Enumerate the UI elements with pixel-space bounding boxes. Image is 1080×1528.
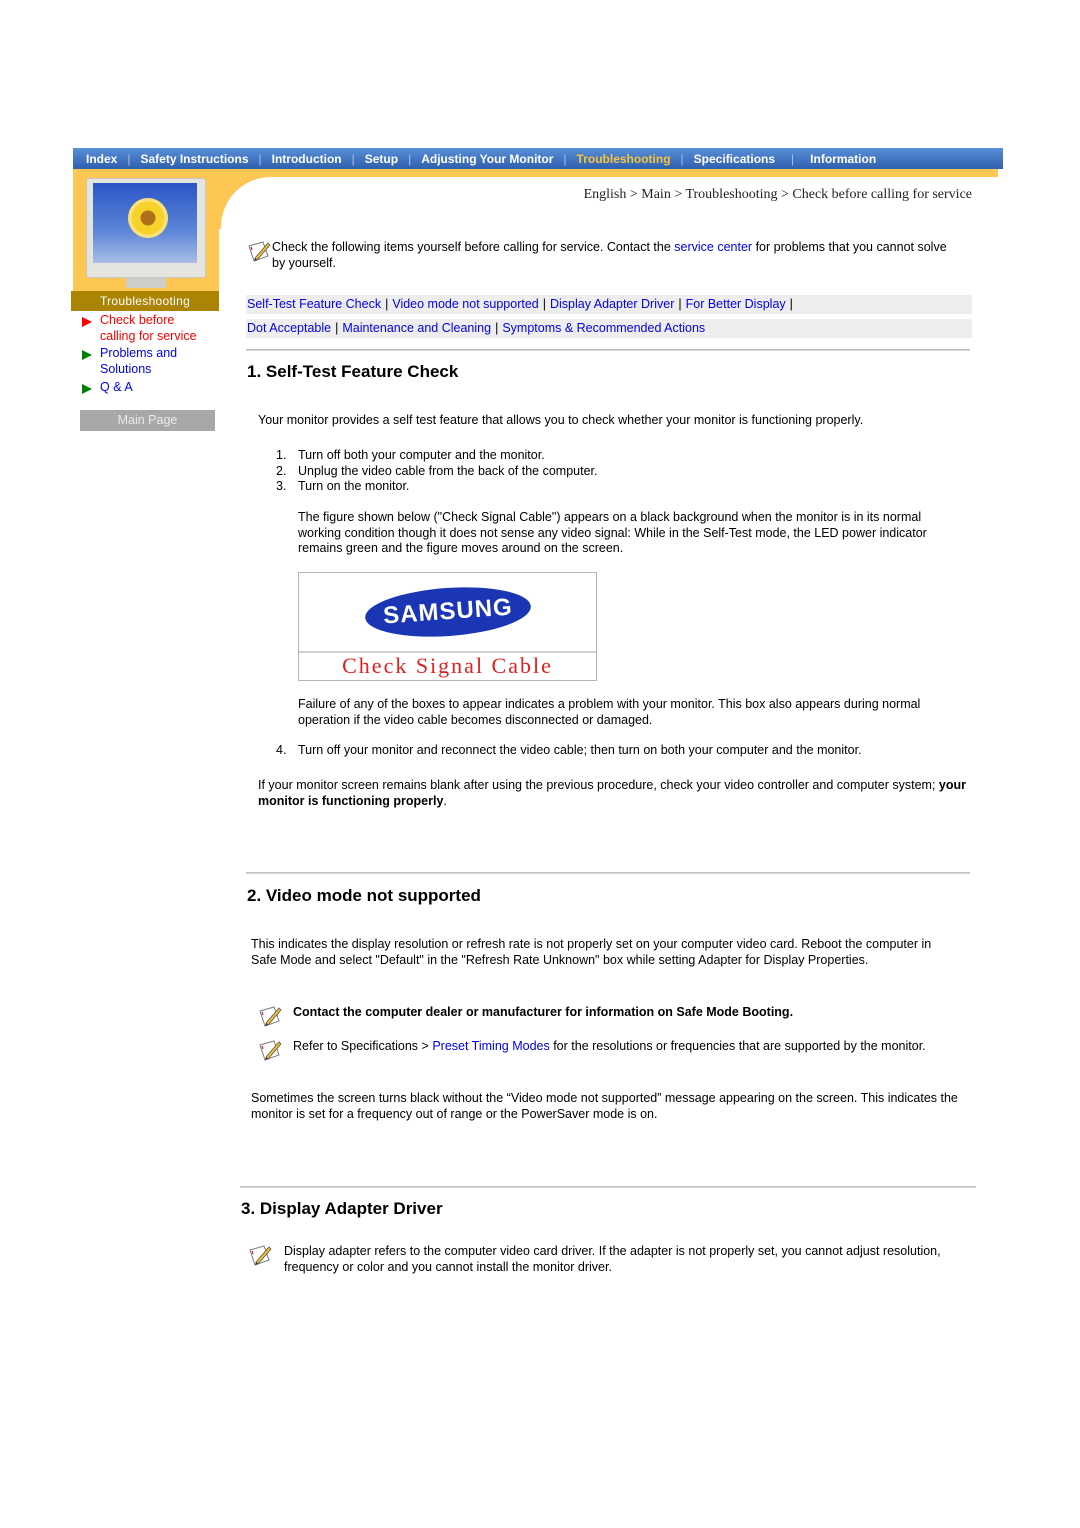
nav-introduction[interactable]: Introduction: [272, 152, 342, 166]
breadcrumb: English > Main > Troubleshooting > Check…: [583, 187, 972, 202]
samsung-logo: SAMSUNG: [363, 582, 533, 642]
arrow-right-icon: [82, 350, 92, 360]
arrow-right-icon: [82, 384, 92, 394]
sidebar-item-label[interactable]: Q & A: [100, 380, 133, 396]
band-curve: [219, 169, 279, 229]
arrow-right-icon: [82, 317, 92, 327]
nav-setup[interactable]: Setup: [365, 152, 398, 166]
sidebar-item-problems-and-solutions[interactable]: Problems and Solutions: [80, 346, 220, 377]
step-4: 4. Turn off your monitor and reconnect th…: [276, 743, 966, 759]
note-pencil-icon: [249, 1245, 272, 1266]
nav-separator: |: [127, 151, 131, 166]
intro-note: Check the following items yourself befor…: [246, 240, 971, 271]
safe-mode-note: Contact the computer dealer or manufactu…: [257, 1005, 967, 1029]
step-item: 4. Turn off your monitor and reconnect th…: [276, 743, 862, 757]
section-title-self-test: 1. Self-Test Feature Check: [247, 362, 459, 381]
note-pencil-icon: [259, 1040, 282, 1061]
divider: [246, 872, 970, 874]
nav-safety-instructions[interactable]: Safety Instructions: [140, 152, 248, 166]
section2-closing: Sometimes the screen turns black without…: [251, 1091, 958, 1121]
nav-separator: |: [351, 151, 355, 166]
step-item: 2. Unplug the video cable from the back o…: [276, 463, 598, 478]
check-signal-cable-figure: SAMSUNG Check Signal Cable: [298, 572, 597, 681]
sidebar-item-label[interactable]: Problems and Solutions: [100, 346, 195, 377]
quick-link-video-mode[interactable]: Video mode not supported: [392, 297, 538, 311]
section1-intro: Your monitor provides a self test featur…: [258, 413, 864, 427]
nav-separator: |: [791, 151, 795, 166]
sidebar-links: Check before calling for service Problem…: [80, 313, 220, 398]
sidebar-item-check-before-calling[interactable]: Check before calling for service: [80, 313, 220, 344]
flower-image: [128, 198, 168, 238]
section1-closing: If your monitor screen remains blank aft…: [258, 778, 966, 808]
figure-description: The figure shown below ("Check Signal Ca…: [298, 510, 927, 555]
section2-intro: This indicates the display resolution or…: [251, 937, 932, 967]
nav-adjusting-your-monitor[interactable]: Adjusting Your Monitor: [421, 152, 553, 166]
note-pencil-icon: [259, 1006, 282, 1027]
nav-separator: |: [408, 151, 412, 166]
note-pencil-icon: [248, 241, 271, 262]
top-nav: Index | Safety Instructions | Introducti…: [73, 148, 1003, 169]
sidebar-header: Troubleshooting: [71, 291, 219, 311]
quick-link-display-adapter[interactable]: Display Adapter Driver: [550, 297, 674, 311]
main-page-button[interactable]: Main Page: [80, 410, 215, 431]
monitor-illustration: [86, 178, 206, 292]
quick-links-row-1: Self-Test Feature Check | Video mode not s…: [246, 295, 972, 314]
sidebar-item-label[interactable]: Check before calling for service: [100, 313, 210, 344]
service-center-link[interactable]: service center: [674, 240, 752, 254]
step-item: 1. Turn off both your computer and the mo…: [276, 448, 545, 462]
quick-link-symptoms[interactable]: Symptoms & Recommended Actions: [502, 321, 705, 335]
quick-link-maintenance[interactable]: Maintenance and Cleaning: [342, 321, 491, 335]
timing-note: Refer to Specifications > Preset Timing …: [257, 1039, 947, 1063]
section-title-display-adapter: 3. Display Adapter Driver: [241, 1199, 443, 1218]
quick-link-self-test[interactable]: Self-Test Feature Check: [247, 297, 381, 311]
failure-note: Failure of any of the boxes to appear in…: [298, 697, 921, 727]
nav-separator: |: [563, 151, 567, 166]
quick-link-dot-acceptable[interactable]: Dot Acceptable: [247, 321, 331, 335]
intro-text: Check the following items yourself befor…: [272, 240, 675, 254]
display-adapter-note: Display adapter refers to the computer v…: [247, 1244, 957, 1275]
step-item: 3. Turn on the monitor.: [276, 479, 410, 493]
section1-steps: 1. Turn off both your computer and the mo…: [276, 448, 966, 495]
section-title-video-mode: 2. Video mode not supported: [247, 886, 481, 905]
preset-timing-modes-link[interactable]: Preset Timing Modes: [432, 1039, 549, 1053]
nav-specifications[interactable]: Specifications: [694, 152, 775, 166]
nav-troubleshooting[interactable]: Troubleshooting: [577, 152, 671, 166]
divider: [246, 349, 970, 351]
nav-separator: |: [258, 151, 262, 166]
quick-link-better-display[interactable]: For Better Display: [686, 297, 786, 311]
nav-index[interactable]: Index: [86, 152, 117, 166]
nav-information[interactable]: Information: [810, 152, 876, 166]
divider: [240, 1186, 976, 1188]
sidebar-item-qa[interactable]: Q & A: [80, 380, 220, 396]
quick-links-row-2: Dot Acceptable | Maintenance and Cleaning |…: [246, 319, 972, 338]
nav-separator: |: [680, 151, 684, 166]
figure-caption: Check Signal Cable: [342, 653, 553, 678]
